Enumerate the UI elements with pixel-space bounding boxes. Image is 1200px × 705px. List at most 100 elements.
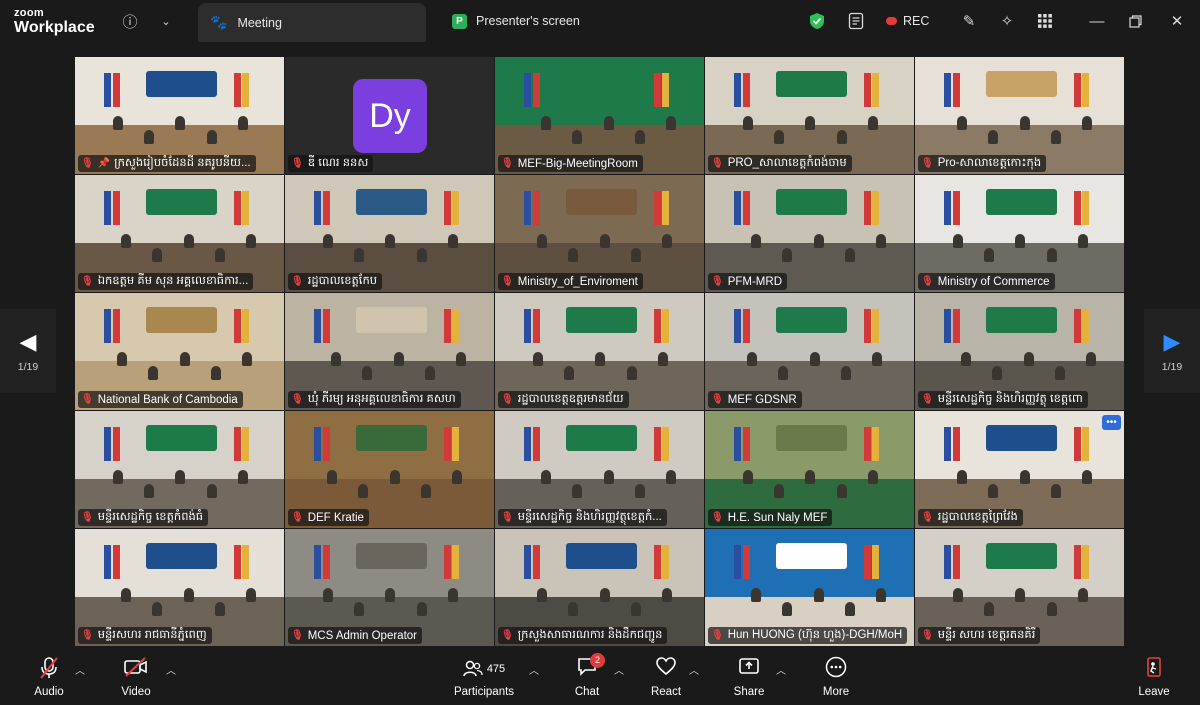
info-icon[interactable]: ⓘ [120, 0, 140, 42]
video-tile[interactable]: 🎙︎ រដ្ឋបាលខេត្តឧត្តរមានជ័យ [495, 293, 704, 410]
participant-figure [143, 129, 154, 144]
video-tile[interactable]: 🎙︎ PRO_សាលាខេត្តកំពង់ចាម [705, 57, 914, 174]
shield-check-icon[interactable] [806, 0, 828, 42]
participant-name: មន្ទីរសេដ្ឋកិច្ច និងហិរញ្ញវត្ថុខេត្តកំ..… [517, 511, 662, 523]
flag [532, 427, 540, 462]
video-tile[interactable]: 🎙︎ ឯកឧត្តម គីម សុន អគ្គលេខាធិការ... [75, 175, 284, 292]
share-screen-icon [738, 656, 760, 682]
more-button[interactable]: More [801, 656, 871, 698]
record-button[interactable]: REC [886, 0, 929, 42]
flag [233, 309, 241, 344]
flag [242, 427, 250, 462]
participant-figure [876, 233, 887, 248]
ai-companion-icon[interactable]: ✧ [996, 0, 1018, 42]
participant-name-tag: 🎙︎ មន្ទីរសេដ្ឋកិច្ច និងហិរញ្ញវត្ថុ ខេត្តព… [918, 391, 1088, 408]
flag [314, 191, 322, 226]
flag [742, 545, 750, 580]
flag [322, 427, 330, 462]
participant-figure [532, 351, 543, 366]
participant-name: រដ្ឋបាលខេត្តឧត្តរមានជ័យ [517, 393, 624, 405]
video-tile[interactable]: 🎙︎ MEF-Big-MeetingRoom [495, 57, 704, 174]
flag [112, 191, 120, 226]
participant-name: រដ្ឋបាលខេត្តកែប [307, 275, 378, 287]
share-options-caret-icon[interactable]: ︿ [776, 662, 786, 677]
video-off-icon [123, 656, 149, 682]
room-banner [566, 189, 638, 215]
leave-button[interactable]: Leave [1119, 656, 1189, 698]
chat-options-caret-icon[interactable]: ︿ [614, 662, 624, 677]
flag [952, 545, 960, 580]
chevron-down-icon[interactable]: ⌄ [156, 0, 176, 42]
participant-name-tag: 🎙︎ DEF Kratie [288, 509, 369, 526]
close-icon[interactable]: ✕ [1166, 0, 1188, 42]
flag [452, 427, 460, 462]
participant-figure [805, 469, 816, 484]
video-tile[interactable]: 🎙︎ National Bank of Cambodia [75, 293, 284, 410]
room-banner [776, 189, 848, 215]
video-button[interactable]: Video [101, 656, 171, 698]
video-tile[interactable]: 🎙︎ Ministry_of_Enviroment [495, 175, 704, 292]
participants-options-caret-icon[interactable]: ︿ [529, 662, 539, 677]
video-tile[interactable]: 🎙︎ រដ្ឋបាលខេត្តកែប [285, 175, 494, 292]
flag [872, 309, 880, 344]
video-tile[interactable]: 🎙︎ H.E. Sun Naly MEF [705, 411, 914, 528]
tab-presenter-screen[interactable]: P Presenter's screen [452, 3, 580, 39]
avatar: Dy [353, 79, 427, 153]
apps-grid-icon[interactable] [1034, 0, 1056, 42]
flag [104, 73, 112, 108]
video-tile[interactable]: 🎙︎ Pro-សាលាខេត្តកោះកុង [915, 57, 1124, 174]
react-options-caret-icon[interactable]: ︿ [689, 662, 699, 677]
video-tile[interactable]: 🎙︎ PFM-MRD [705, 175, 914, 292]
video-tile[interactable]: 🎙︎ MCS Admin Operator [285, 529, 494, 646]
share-button[interactable]: Share [714, 656, 784, 698]
video-tile[interactable]: 🎙︎ MEF GDSNR [705, 293, 914, 410]
participant-figure [666, 469, 677, 484]
video-tile[interactable]: 🎙︎ ក្រសួងសាធារណការ និងដឹកជញ្ជូន [495, 529, 704, 646]
annotate-icon[interactable]: ✎ [958, 0, 980, 42]
video-tile[interactable]: Dy 🎙︎ ឌី ណេរ ននស [285, 57, 494, 174]
prev-page-button[interactable]: ◀ 1/19 [0, 309, 56, 393]
flag [242, 191, 250, 226]
flag [104, 191, 112, 226]
participant-figure [206, 129, 217, 144]
notes-icon[interactable] [845, 0, 867, 42]
participants-button[interactable]: 475 Participants [449, 656, 519, 698]
participant-figure [393, 351, 404, 366]
video-tile[interactable]: 🎙︎ DEF Kratie [285, 411, 494, 528]
video-tile[interactable]: 🎙︎ ឃុំ ភីរម្យ អនុអគ្គលេខាធិការ គសហ [285, 293, 494, 410]
video-options-caret-icon[interactable]: ︿ [166, 662, 176, 677]
video-tile[interactable]: 🎙︎ មន្ទីរ សហរ ខេត្តរតនគិរី [915, 529, 1124, 646]
video-tile[interactable]: 🎙︎ Hun HUONG (ហ៊ុន ហួង)-DGH/MoH [705, 529, 914, 646]
participant-figure [1078, 233, 1089, 248]
next-page-button[interactable]: ▶ 1/19 [1144, 309, 1200, 393]
participant-figure [540, 115, 551, 130]
video-tile[interactable]: 🎙︎ រដ្ឋបាលខេត្តព្រៃវែង ••• [915, 411, 1124, 528]
participants-label: Participants [453, 686, 515, 698]
video-tile[interactable]: 🎙︎ មន្ទីរសេដ្ឋកិច្ច និងហិរញ្ញវត្ថុខេត្តកំ… [495, 411, 704, 528]
heart-icon [655, 656, 677, 682]
participant-figure [416, 247, 427, 262]
video-tile[interactable]: 🎙︎ មន្ទីរសេដ្ឋកិច្ច និងហិរញ្ញវត្ថុ ខេត្តព… [915, 293, 1124, 410]
audio-options-caret-icon[interactable]: ︿ [75, 662, 85, 677]
mic-muted-icon: 🎙︎ [501, 394, 514, 405]
flag [1082, 309, 1090, 344]
video-tile[interactable]: 🎙︎ Ministry of Commerce [915, 175, 1124, 292]
room-banner [776, 71, 848, 97]
participant-figure [603, 469, 614, 484]
minimize-icon[interactable]: — [1086, 0, 1108, 42]
video-tile[interactable]: 🎙︎ មន្ទីរសេដ្ឋកិច្ច ខេត្តកំពង់ធំ [75, 411, 284, 528]
restore-icon[interactable] [1124, 0, 1146, 42]
chat-button[interactable]: 2 Chat [552, 653, 622, 698]
audio-button[interactable]: Audio [14, 656, 84, 698]
participant-figure [988, 129, 999, 144]
participant-figure [1050, 129, 1061, 144]
tile-more-options-button[interactable]: ••• [1102, 415, 1121, 430]
participant-figure [215, 247, 226, 262]
tab-meeting[interactable]: 🐾 Meeting [198, 3, 426, 42]
flag [872, 191, 880, 226]
video-tile[interactable]: 🎙︎ 📌 ក្រសួងរៀបចំដែនដី នគរូបនីយ... [75, 57, 284, 174]
flag [662, 427, 670, 462]
video-tile[interactable]: 🎙︎ មន្ទីរសហរ រាជធានីភ្នំពេញ [75, 529, 284, 646]
flag [653, 545, 661, 580]
participant-figure [599, 587, 610, 602]
